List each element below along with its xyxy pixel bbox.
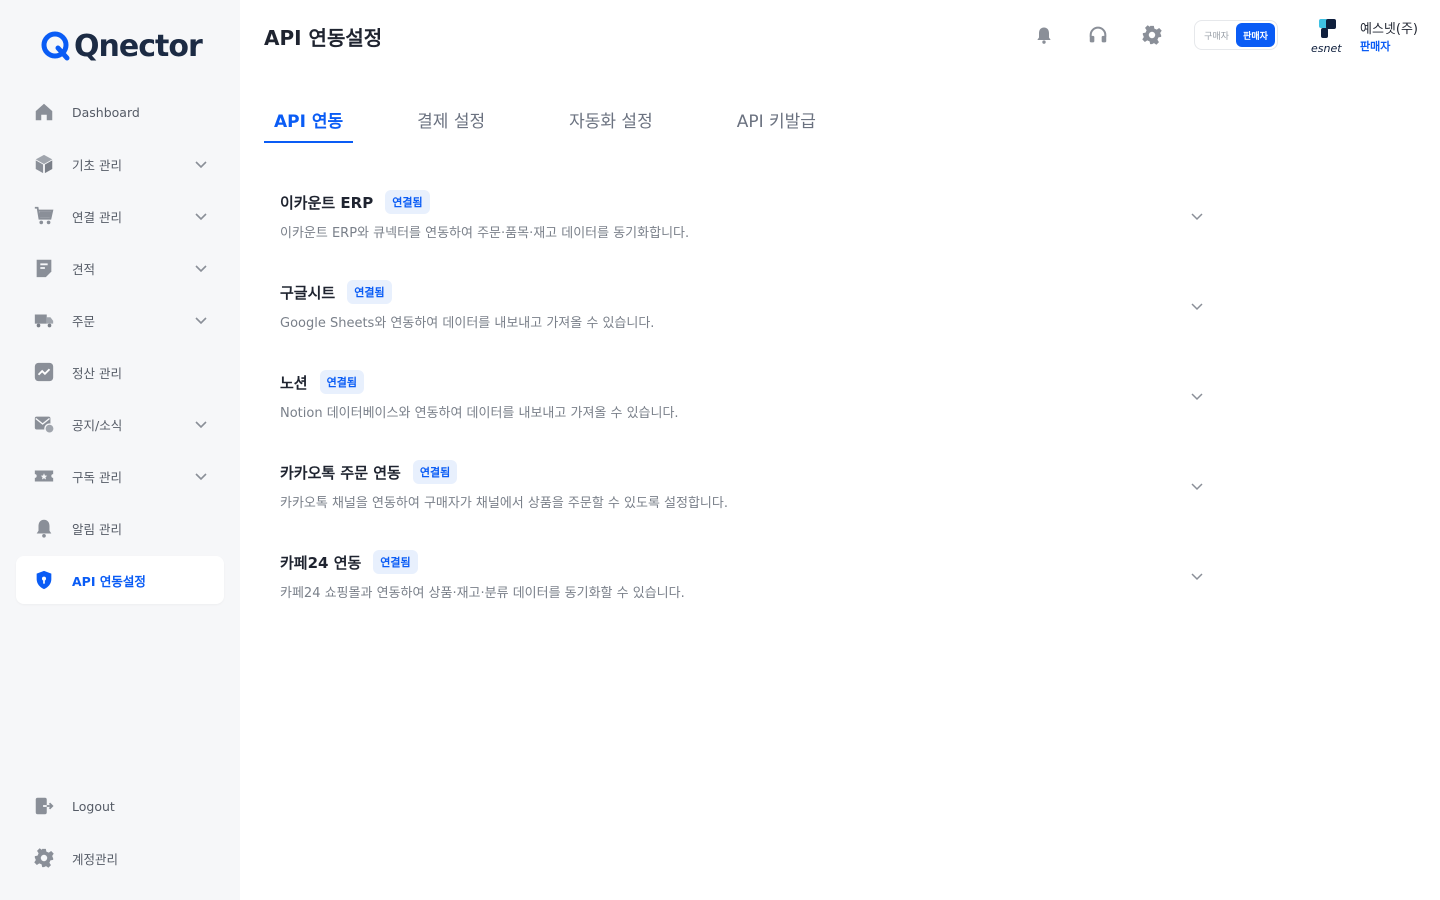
buyer-role-button[interactable]: 구매자 bbox=[1197, 23, 1236, 47]
integration-title: 구글시트 bbox=[280, 283, 336, 302]
integration-description: 이카운트 ERP와 큐넥터를 연동하여 주문·품목·재고 데이터를 동기화합니다… bbox=[280, 226, 690, 241]
integration-description: 카카오톡 채널을 연동하여 구매자가 채널에서 상품을 주문할 수 있도록 설정… bbox=[280, 496, 728, 511]
trend-chart-icon bbox=[32, 360, 56, 384]
support-button[interactable] bbox=[1086, 23, 1110, 47]
sidebar: Qnector Dashboard 기초 관리 연결 관리 견적 주문 정산 관… bbox=[0, 0, 240, 900]
mail-notice-icon bbox=[32, 412, 56, 436]
sidebar-item-alerts[interactable]: 알림 관리 bbox=[16, 504, 224, 552]
logo-q-icon bbox=[41, 31, 70, 61]
company-logo-text: esnet bbox=[1311, 42, 1342, 55]
sidebar-item-api-settings[interactable]: API 연동설정 bbox=[16, 556, 224, 604]
sidebar-item-quote[interactable]: 견적 bbox=[16, 244, 224, 292]
integration-title: 카카오톡 주문 연동 bbox=[280, 463, 401, 482]
logout-icon bbox=[32, 794, 56, 818]
truck-icon bbox=[32, 308, 56, 332]
notification-bell-button[interactable] bbox=[1032, 23, 1056, 47]
integration-google-sheets[interactable]: 구글시트 연결됨 Google Sheets와 연동하여 데이터를 내보내고 가… bbox=[264, 260, 1224, 350]
integration-cafe24[interactable]: 카페24 연동 연결됨 카페24 쇼핑몰과 연동하여 상품·재고·분류 데이터를… bbox=[264, 530, 1224, 620]
integration-title: 카페24 연동 bbox=[280, 553, 362, 572]
sidebar-item-label: 견적 bbox=[72, 261, 96, 277]
home-icon bbox=[32, 100, 56, 124]
settings-tabs: API 연동 결제 설정 자동화 설정 API 키발급 bbox=[264, 100, 826, 144]
cube-icon bbox=[32, 152, 56, 176]
sidebar-item-connection[interactable]: 연결 관리 bbox=[16, 192, 224, 240]
chevron-down-icon bbox=[195, 213, 207, 221]
integration-title: 노션 bbox=[280, 373, 308, 392]
ticket-icon bbox=[32, 464, 56, 488]
sidebar-item-dashboard[interactable]: Dashboard bbox=[16, 88, 224, 136]
settings-button[interactable] bbox=[1140, 23, 1164, 47]
qnector-logo[interactable]: Qnector bbox=[40, 26, 203, 66]
sidebar-item-label: 정산 관리 bbox=[72, 365, 122, 381]
tab-payment-settings[interactable]: 결제 설정 bbox=[407, 100, 495, 143]
sidebar-item-settlement[interactable]: 정산 관리 bbox=[16, 348, 224, 396]
logout-button[interactable]: Logout bbox=[16, 782, 224, 830]
company-logo[interactable]: esnet bbox=[1310, 16, 1350, 56]
sidebar-item-label: 주문 bbox=[72, 313, 96, 329]
sidebar-item-label: 계정관리 bbox=[72, 851, 119, 867]
chevron-down-icon bbox=[195, 265, 207, 273]
status-badge: 연결됨 bbox=[385, 190, 430, 214]
chevron-down-icon bbox=[195, 421, 207, 429]
account-settings-button[interactable]: 계정관리 bbox=[16, 834, 224, 882]
integration-ecount-erp[interactable]: 이카운트 ERP 연결됨 이카운트 ERP와 큐넥터를 연동하여 주문·품목·재… bbox=[264, 170, 1224, 260]
chevron-down-icon[interactable] bbox=[1189, 388, 1205, 404]
sidebar-item-label: 구독 관리 bbox=[72, 469, 122, 485]
sidebar-item-order[interactable]: 주문 bbox=[16, 296, 224, 344]
chevron-down-icon[interactable] bbox=[1189, 298, 1205, 314]
sidebar-item-label: 알림 관리 bbox=[72, 521, 122, 537]
integration-list: 이카운트 ERP 연결됨 이카운트 ERP와 큐넥터를 연동하여 주문·품목·재… bbox=[264, 170, 1224, 620]
chevron-down-icon bbox=[195, 473, 207, 481]
bell-icon bbox=[1037, 27, 1051, 44]
brand-name: Qnector bbox=[74, 28, 203, 64]
integration-title: 이카운트 ERP bbox=[280, 193, 374, 212]
sidebar-item-subscription[interactable]: 구독 관리 bbox=[16, 452, 224, 500]
status-badge: 연결됨 bbox=[347, 280, 392, 304]
seller-role-button[interactable]: 판매자 bbox=[1236, 23, 1275, 47]
sidebar-item-label: 기초 관리 bbox=[72, 157, 122, 173]
receipt-icon bbox=[32, 256, 56, 280]
sidebar-bottom: Logout 계정관리 bbox=[16, 782, 224, 886]
company-name[interactable]: 예스넷(주) bbox=[1360, 18, 1418, 37]
chevron-down-icon[interactable] bbox=[1189, 478, 1205, 494]
chevron-down-icon[interactable] bbox=[1189, 208, 1205, 224]
sidebar-item-label: Logout bbox=[72, 798, 115, 814]
integration-notion[interactable]: 노션 연결됨 Notion 데이터베이스와 연동하여 데이터를 내보내고 가져올… bbox=[264, 350, 1224, 440]
tab-api-integration[interactable]: API 연동 bbox=[264, 100, 354, 143]
chevron-down-icon bbox=[195, 317, 207, 325]
sidebar-item-label: Dashboard bbox=[72, 104, 140, 120]
sidebar-nav: Dashboard 기초 관리 연결 관리 견적 주문 정산 관리 공지/소식 … bbox=[16, 88, 224, 608]
company-role: 판매자 bbox=[1360, 40, 1391, 53]
sidebar-item-label: API 연동설정 bbox=[72, 573, 146, 589]
tab-automation-settings[interactable]: 자동화 설정 bbox=[559, 100, 663, 143]
tab-api-key-issue[interactable]: API 키발급 bbox=[727, 100, 826, 143]
integration-description: Notion 데이터베이스와 연동하여 데이터를 내보내고 가져올 수 있습니다… bbox=[280, 406, 679, 421]
gear-icon bbox=[32, 846, 56, 870]
bell-icon bbox=[32, 516, 56, 540]
integration-kakaotalk-order[interactable]: 카카오톡 주문 연동 연결됨 카카오톡 채널을 연동하여 구매자가 채널에서 상… bbox=[264, 440, 1224, 530]
gear-icon bbox=[1142, 25, 1162, 45]
sidebar-item-basic[interactable]: 기초 관리 bbox=[16, 140, 224, 188]
page-title: API 연동설정 bbox=[264, 26, 383, 50]
shield-icon bbox=[32, 568, 56, 592]
status-badge: 연결됨 bbox=[319, 370, 364, 394]
cart-icon bbox=[32, 204, 56, 228]
integration-description: 카페24 쇼핑몰과 연동하여 상품·재고·분류 데이터를 동기화할 수 있습니다… bbox=[280, 586, 685, 601]
chevron-down-icon bbox=[195, 161, 207, 169]
sidebar-item-notice[interactable]: 공지/소식 bbox=[16, 400, 224, 448]
sidebar-item-label: 공지/소식 bbox=[72, 417, 123, 433]
status-badge: 연결됨 bbox=[373, 550, 418, 574]
chevron-down-icon[interactable] bbox=[1189, 568, 1205, 584]
role-toggle: 구매자 판매자 bbox=[1194, 20, 1278, 50]
sidebar-item-label: 연결 관리 bbox=[72, 209, 122, 225]
status-badge: 연결됨 bbox=[412, 460, 458, 484]
integration-description: Google Sheets와 연동하여 데이터를 내보내고 가져올 수 있습니다… bbox=[280, 316, 655, 331]
headset-icon bbox=[1089, 26, 1107, 43]
